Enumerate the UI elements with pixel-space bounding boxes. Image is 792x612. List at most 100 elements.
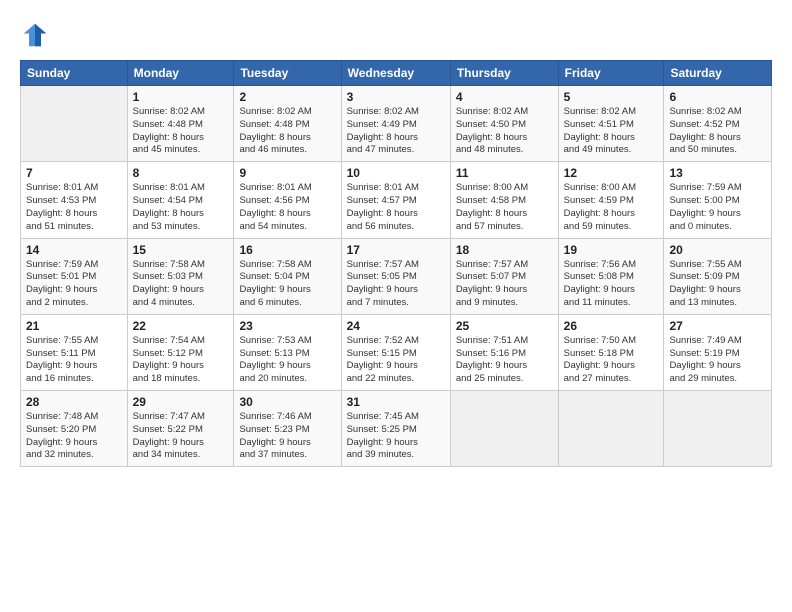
calendar-cell: 13Sunrise: 7:59 AMSunset: 5:00 PMDayligh… [664, 162, 772, 238]
day-number: 24 [347, 319, 445, 333]
week-row-0: 1 Sunrise: 8:02 AMSunset: 4:48 PMDaylight… [21, 86, 772, 162]
day-number: 3 [347, 90, 445, 104]
day-number: 30 [239, 395, 335, 409]
day-number: 12 [564, 166, 659, 180]
day-info: Sunrise: 8:02 AMSunset: 4:52 PMDaylight:… [669, 106, 766, 157]
calendar-cell: 18 Sunrise: 7:57 AMSunset: 5:07 PMDayligh… [450, 238, 558, 314]
day-info: Sunrise: 7:58 AMSunset: 5:03 PMDaylight:… [133, 259, 229, 310]
day-info: Sunrise: 7:53 AMSunset: 5:13 PMDaylight:… [239, 335, 335, 386]
day-number: 1 [133, 90, 229, 104]
day-info: Sunrise: 7:45 AMSunset: 5:25 PMDaylight:… [347, 411, 445, 462]
day-number: 5 [564, 90, 659, 104]
calendar-cell: 3 Sunrise: 8:02 AMSunset: 4:49 PMDaylight… [341, 86, 450, 162]
day-info: Sunrise: 8:00 AMSunset: 4:58 PMDaylight:… [456, 182, 553, 233]
day-number: 29 [133, 395, 229, 409]
calendar-cell: 2 Sunrise: 8:02 AMSunset: 4:48 PMDaylight… [234, 86, 341, 162]
day-number: 15 [133, 243, 229, 257]
header [20, 20, 772, 50]
week-row-2: 14Sunrise: 7:59 AMSunset: 5:01 PMDayligh… [21, 238, 772, 314]
day-number: 14 [26, 243, 122, 257]
day-number: 28 [26, 395, 122, 409]
day-info: Sunrise: 8:02 AMSunset: 4:50 PMDaylight:… [456, 106, 553, 157]
day-number: 7 [26, 166, 122, 180]
day-number: 21 [26, 319, 122, 333]
calendar-cell: 24 Sunrise: 7:52 AMSunset: 5:15 PMDayligh… [341, 314, 450, 390]
day-number: 31 [347, 395, 445, 409]
day-number: 9 [239, 166, 335, 180]
day-number: 19 [564, 243, 659, 257]
calendar-cell [558, 391, 664, 467]
calendar-cell: 21 Sunrise: 7:55 AMSunset: 5:11 PMDayligh… [21, 314, 128, 390]
day-info: Sunrise: 8:02 AMSunset: 4:49 PMDaylight:… [347, 106, 445, 157]
logo-icon [20, 20, 50, 50]
calendar-cell: 4 Sunrise: 8:02 AMSunset: 4:50 PMDaylight… [450, 86, 558, 162]
calendar-cell: 14Sunrise: 7:59 AMSunset: 5:01 PMDayligh… [21, 238, 128, 314]
day-info: Sunrise: 7:57 AMSunset: 5:05 PMDaylight:… [347, 259, 445, 310]
col-header-tuesday: Tuesday [234, 61, 341, 86]
calendar-cell: 12 Sunrise: 8:00 AMSunset: 4:59 PMDayligh… [558, 162, 664, 238]
day-number: 2 [239, 90, 335, 104]
col-header-thursday: Thursday [450, 61, 558, 86]
day-number: 26 [564, 319, 659, 333]
day-info: Sunrise: 8:02 AMSunset: 4:48 PMDaylight:… [133, 106, 229, 157]
calendar-cell: 16 Sunrise: 7:58 AMSunset: 5:04 PMDayligh… [234, 238, 341, 314]
day-info: Sunrise: 7:47 AMSunset: 5:22 PMDaylight:… [133, 411, 229, 462]
day-info: Sunrise: 8:01 AMSunset: 4:53 PMDaylight:… [26, 182, 122, 233]
day-info: Sunrise: 7:59 AMSunset: 5:00 PMDaylight:… [669, 182, 766, 233]
col-header-friday: Friday [558, 61, 664, 86]
day-info: Sunrise: 7:54 AMSunset: 5:12 PMDaylight:… [133, 335, 229, 386]
day-info: Sunrise: 7:56 AMSunset: 5:08 PMDaylight:… [564, 259, 659, 310]
day-number: 20 [669, 243, 766, 257]
day-number: 11 [456, 166, 553, 180]
calendar-cell [450, 391, 558, 467]
day-info: Sunrise: 7:46 AMSunset: 5:23 PMDaylight:… [239, 411, 335, 462]
day-info: Sunrise: 7:49 AMSunset: 5:19 PMDaylight:… [669, 335, 766, 386]
day-number: 22 [133, 319, 229, 333]
calendar-header-row: SundayMondayTuesdayWednesdayThursdayFrid… [21, 61, 772, 86]
calendar-cell: 6 Sunrise: 8:02 AMSunset: 4:52 PMDaylight… [664, 86, 772, 162]
day-number: 23 [239, 319, 335, 333]
day-number: 17 [347, 243, 445, 257]
day-info: Sunrise: 7:58 AMSunset: 5:04 PMDaylight:… [239, 259, 335, 310]
col-header-saturday: Saturday [664, 61, 772, 86]
calendar-cell [664, 391, 772, 467]
calendar-cell: 22 Sunrise: 7:54 AMSunset: 5:12 PMDayligh… [127, 314, 234, 390]
calendar-cell: 27 Sunrise: 7:49 AMSunset: 5:19 PMDayligh… [664, 314, 772, 390]
day-info: Sunrise: 8:01 AMSunset: 4:54 PMDaylight:… [133, 182, 229, 233]
day-info: Sunrise: 7:52 AMSunset: 5:15 PMDaylight:… [347, 335, 445, 386]
day-info: Sunrise: 8:01 AMSunset: 4:57 PMDaylight:… [347, 182, 445, 233]
day-info: Sunrise: 7:55 AMSunset: 5:11 PMDaylight:… [26, 335, 122, 386]
calendar-cell: 9 Sunrise: 8:01 AMSunset: 4:56 PMDaylight… [234, 162, 341, 238]
calendar-cell: 29 Sunrise: 7:47 AMSunset: 5:22 PMDayligh… [127, 391, 234, 467]
day-info: Sunrise: 7:50 AMSunset: 5:18 PMDaylight:… [564, 335, 659, 386]
calendar-cell: 20 Sunrise: 7:55 AMSunset: 5:09 PMDayligh… [664, 238, 772, 314]
calendar-cell: 11 Sunrise: 8:00 AMSunset: 4:58 PMDayligh… [450, 162, 558, 238]
calendar-cell: 26 Sunrise: 7:50 AMSunset: 5:18 PMDayligh… [558, 314, 664, 390]
day-number: 4 [456, 90, 553, 104]
day-info: Sunrise: 8:01 AMSunset: 4:56 PMDaylight:… [239, 182, 335, 233]
calendar-cell: 15 Sunrise: 7:58 AMSunset: 5:03 PMDayligh… [127, 238, 234, 314]
week-row-1: 7 Sunrise: 8:01 AMSunset: 4:53 PMDaylight… [21, 162, 772, 238]
day-number: 27 [669, 319, 766, 333]
day-info: Sunrise: 7:57 AMSunset: 5:07 PMDaylight:… [456, 259, 553, 310]
day-number: 18 [456, 243, 553, 257]
calendar-cell: 19 Sunrise: 7:56 AMSunset: 5:08 PMDayligh… [558, 238, 664, 314]
day-number: 8 [133, 166, 229, 180]
day-info: Sunrise: 7:51 AMSunset: 5:16 PMDaylight:… [456, 335, 553, 386]
calendar-cell [21, 86, 128, 162]
day-number: 25 [456, 319, 553, 333]
calendar-cell: 31 Sunrise: 7:45 AMSunset: 5:25 PMDayligh… [341, 391, 450, 467]
week-row-3: 21 Sunrise: 7:55 AMSunset: 5:11 PMDayligh… [21, 314, 772, 390]
day-number: 6 [669, 90, 766, 104]
week-row-4: 28Sunrise: 7:48 AMSunset: 5:20 PMDayligh… [21, 391, 772, 467]
logo [20, 20, 54, 50]
col-header-wednesday: Wednesday [341, 61, 450, 86]
calendar-cell: 30 Sunrise: 7:46 AMSunset: 5:23 PMDayligh… [234, 391, 341, 467]
day-info: Sunrise: 8:02 AMSunset: 4:48 PMDaylight:… [239, 106, 335, 157]
day-number: 16 [239, 243, 335, 257]
day-info: Sunrise: 8:00 AMSunset: 4:59 PMDaylight:… [564, 182, 659, 233]
calendar-cell: 23 Sunrise: 7:53 AMSunset: 5:13 PMDayligh… [234, 314, 341, 390]
calendar-cell: 1 Sunrise: 8:02 AMSunset: 4:48 PMDaylight… [127, 86, 234, 162]
day-info: Sunrise: 7:55 AMSunset: 5:09 PMDaylight:… [669, 259, 766, 310]
col-header-monday: Monday [127, 61, 234, 86]
